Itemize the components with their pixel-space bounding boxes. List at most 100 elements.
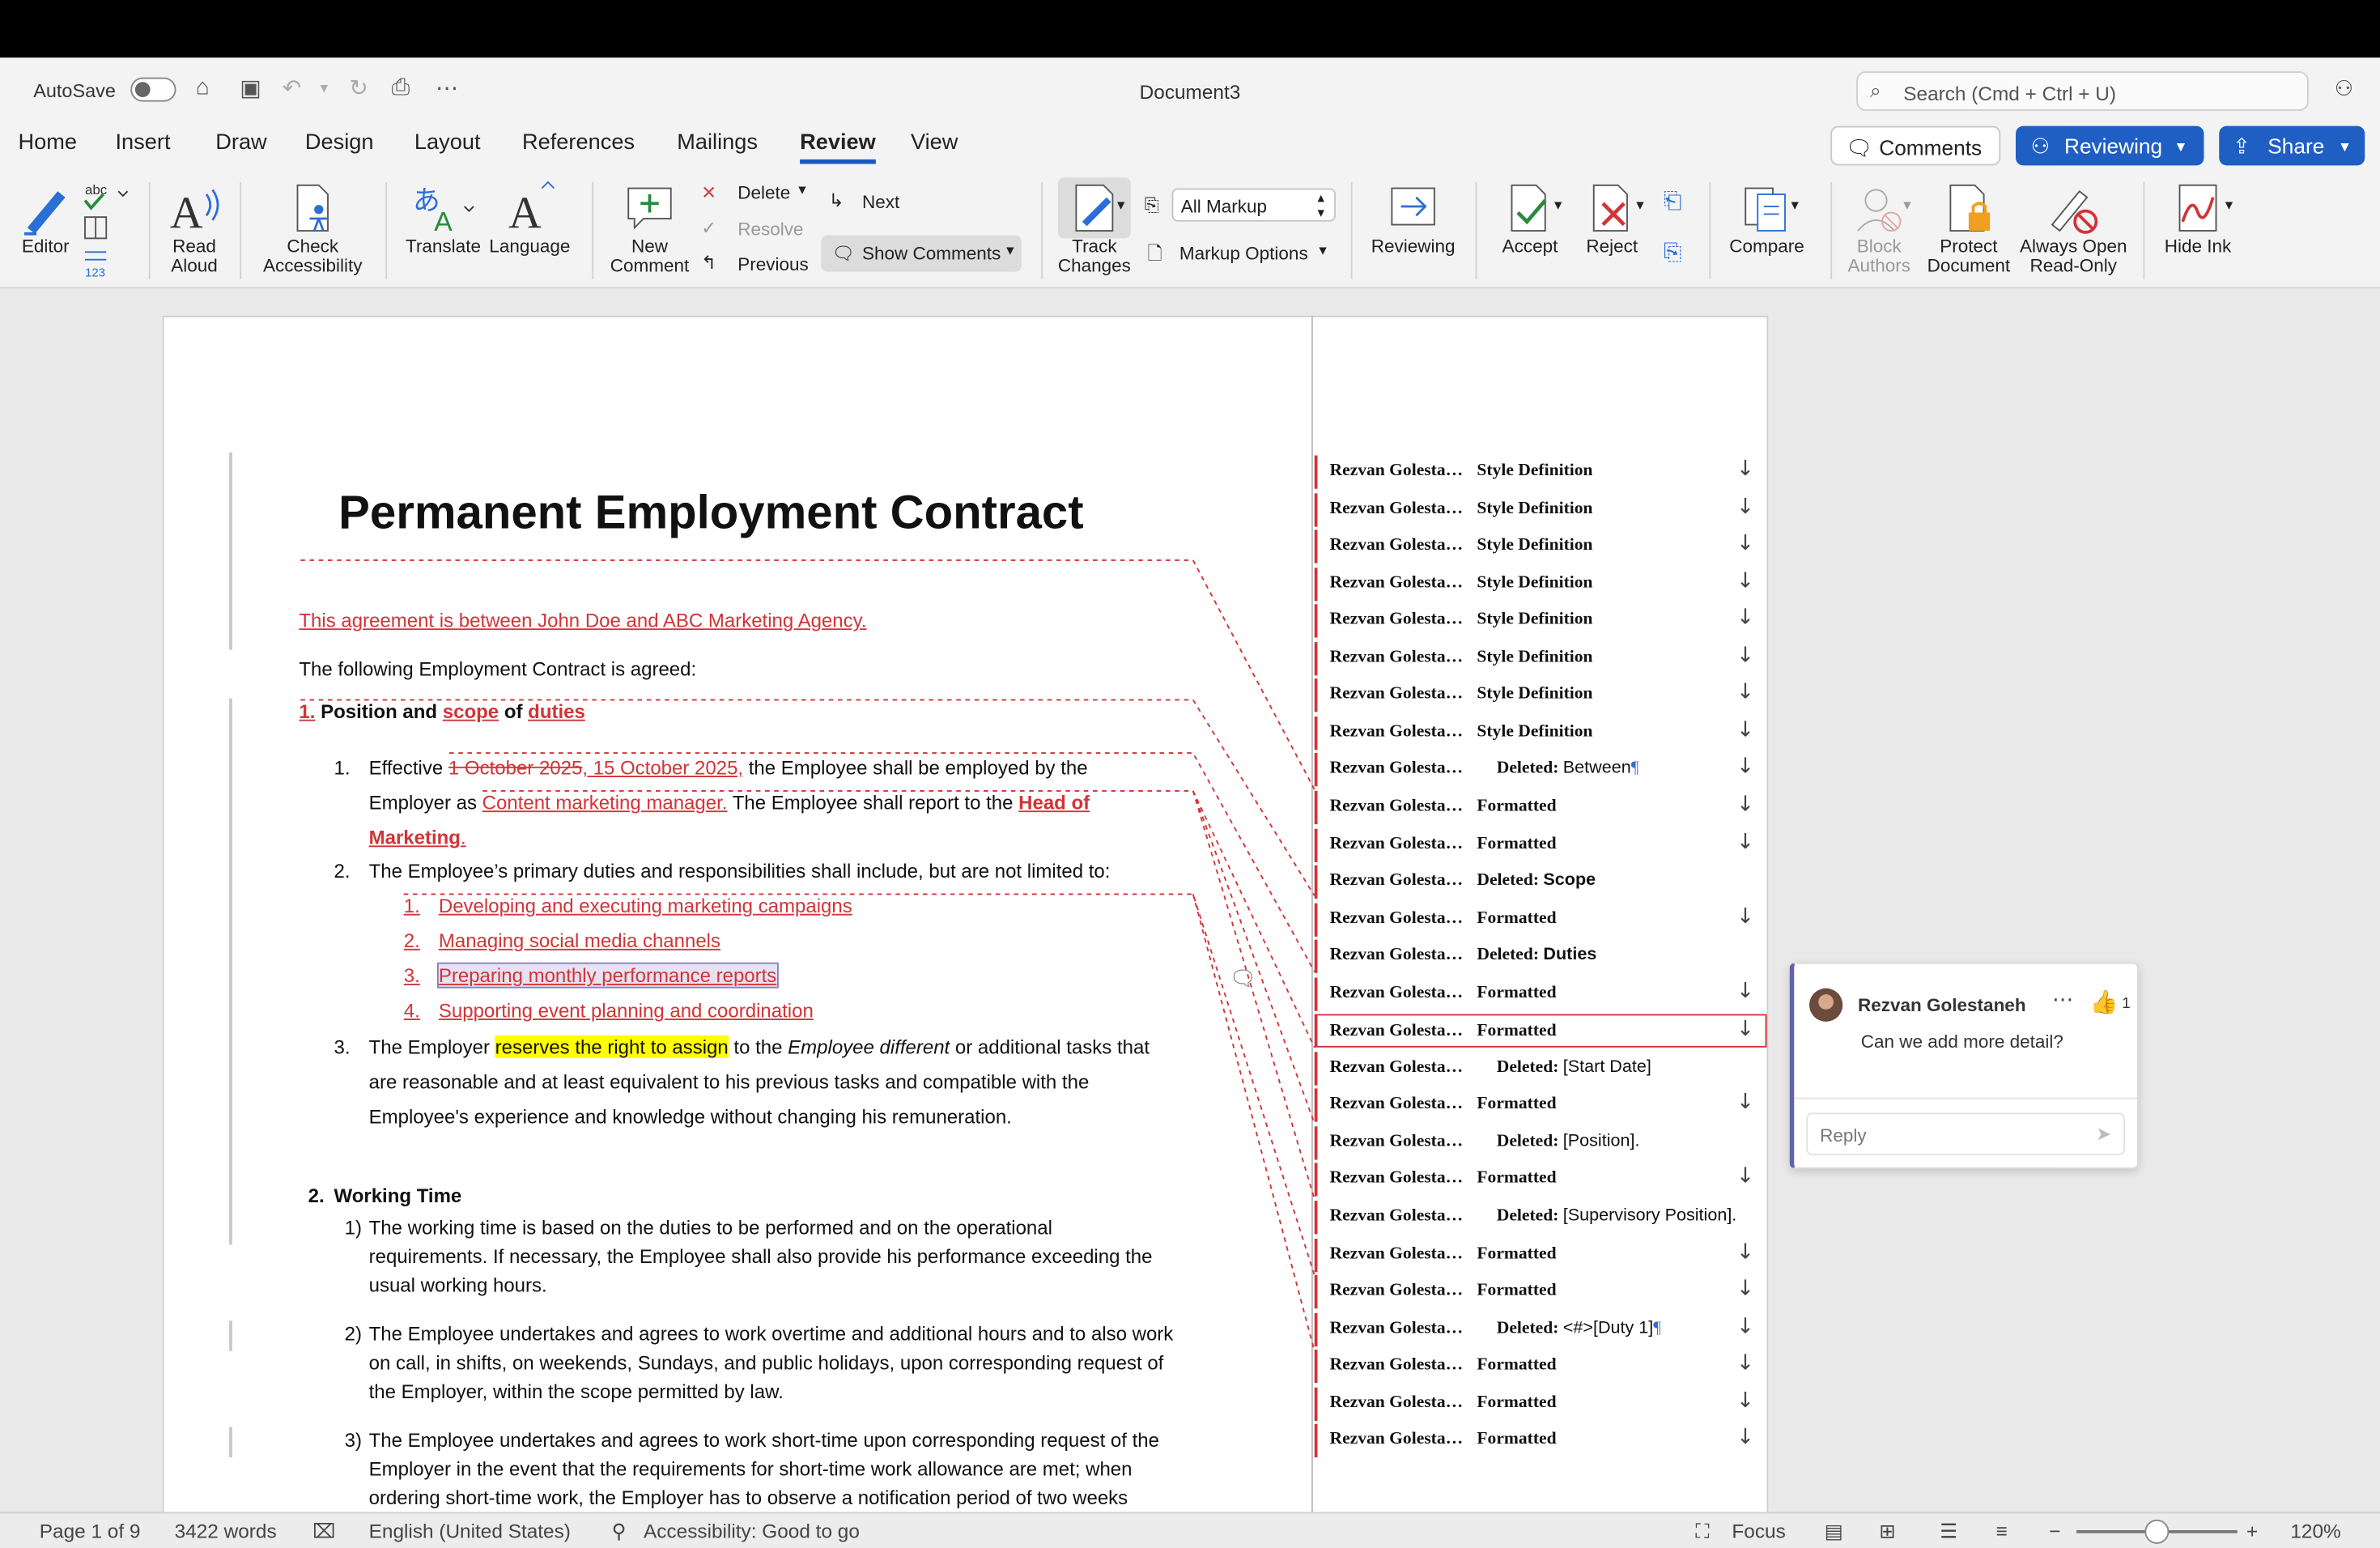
- expand-arrow-icon[interactable]: ↓: [1736, 1277, 1754, 1301]
- markup-balloon[interactable]: Rezvan Golesta… Formatted ↓: [1314, 1089, 1767, 1123]
- expand-arrow-icon[interactable]: ↓: [1736, 1165, 1754, 1189]
- markup-balloon[interactable]: Rezvan Golesta… Formatted ↓: [1314, 976, 1767, 1011]
- thumbs-up-icon[interactable]: 👍: [2090, 989, 2119, 1016]
- markup-balloon[interactable]: Rezvan Golesta… Deleted: Scope: [1314, 865, 1767, 899]
- expand-arrow-icon[interactable]: ↓: [1736, 1091, 1754, 1115]
- balloon-text: Deleted: Scope: [1477, 871, 1596, 890]
- draft-icon[interactable]: ≡: [1996, 1520, 2008, 1542]
- comment-anchor-icon[interactable]: 🗨: [1230, 966, 1256, 992]
- expand-arrow-icon[interactable]: ↓: [1736, 793, 1754, 817]
- expand-arrow-icon[interactable]: ↓: [1736, 457, 1754, 481]
- send-icon[interactable]: ➤: [2096, 1124, 2111, 1145]
- markup-balloon[interactable]: Rezvan Golesta… Formatted ↓: [1314, 1424, 1767, 1458]
- balloon-text: Style Definition: [1477, 573, 1592, 592]
- expand-arrow-icon[interactable]: ↓: [1736, 1426, 1754, 1450]
- expand-arrow-icon[interactable]: ↓: [1736, 1351, 1754, 1376]
- markup-balloon[interactable]: Rezvan Golesta… Formatted ↓: [1314, 827, 1767, 862]
- paragraph-line: the Employer, within the scope permitted…: [368, 1380, 784, 1403]
- balloon-label: Style Definition: [1477, 610, 1593, 629]
- markup-balloon[interactable]: Rezvan Golesta… Deleted: [Start Date]: [1314, 1051, 1767, 1086]
- word-count[interactable]: 3422 words: [175, 1520, 277, 1542]
- list-number: 1): [344, 1215, 362, 1239]
- markup-balloon[interactable]: Rezvan Golesta… Deleted: [Supervisory Pos…: [1314, 1201, 1767, 1235]
- balloon-text: Style Definition: [1477, 536, 1592, 555]
- expand-arrow-icon[interactable]: ↓: [1736, 904, 1754, 929]
- expand-arrow-icon[interactable]: ↓: [1736, 979, 1754, 1003]
- expand-arrow-icon[interactable]: ↓: [1736, 644, 1754, 668]
- web-layout-icon[interactable]: ⊞: [1879, 1520, 1895, 1544]
- markup-balloon[interactable]: Rezvan Golesta… Style Definition ↓: [1314, 678, 1767, 712]
- markup-balloon[interactable]: Rezvan Golesta… Style Definition ↓: [1314, 567, 1767, 601]
- accessibility-status[interactable]: Accessibility: Good to go: [644, 1520, 860, 1542]
- markup-balloon[interactable]: Rezvan Golesta… Formatted ↓: [1314, 1238, 1767, 1272]
- balloon-text: Formatted: [1477, 1022, 1556, 1040]
- markup-balloon[interactable]: Rezvan Golesta… Formatted ↓: [1314, 902, 1767, 937]
- markup-balloon[interactable]: Rezvan Golesta… Deleted: Duties: [1314, 939, 1767, 974]
- balloon-label: Formatted: [1477, 797, 1557, 815]
- balloon-detail: [Position].: [1562, 1132, 1640, 1151]
- markup-balloon[interactable]: Rezvan Golesta… Formatted ↓: [1314, 1163, 1767, 1197]
- expand-arrow-icon[interactable]: ↓: [1736, 718, 1754, 742]
- markup-balloon[interactable]: Rezvan Golesta… Style Definition ↓: [1314, 529, 1767, 563]
- balloon-author: Rezvan Golesta…: [1329, 908, 1464, 927]
- markup-balloon[interactable]: Rezvan Golesta… Formatted ↓: [1314, 1014, 1767, 1048]
- markup-balloon[interactable]: Rezvan Golesta… Formatted ↓: [1314, 1275, 1767, 1309]
- paragraph-line: are reasonable and at least equivalent t…: [368, 1070, 1090, 1093]
- paragraph-line: ordering short-time work, the Employer h…: [368, 1486, 1128, 1509]
- expand-arrow-icon[interactable]: ↓: [1736, 830, 1754, 854]
- duty-item-selected[interactable]: Preparing monthly performance reports: [437, 962, 779, 989]
- markup-balloon[interactable]: Rezvan Golesta… Formatted ↓: [1314, 790, 1767, 825]
- expand-arrow-icon[interactable]: ↓: [1736, 494, 1754, 518]
- expand-arrow-icon[interactable]: ↓: [1736, 1018, 1754, 1042]
- expand-arrow-icon[interactable]: ↓: [1736, 568, 1754, 593]
- balloon-author: Rezvan Golesta…: [1329, 1393, 1464, 1412]
- balloon-author: Rezvan Golesta…: [1329, 461, 1464, 480]
- expand-arrow-icon[interactable]: ↓: [1736, 1240, 1754, 1264]
- expand-arrow-icon[interactable]: ↓: [1736, 1314, 1754, 1338]
- expand-arrow-icon[interactable]: ↓: [1736, 1389, 1754, 1413]
- markup-balloon[interactable]: Rezvan Golesta… Style Definition ↓: [1314, 492, 1767, 526]
- zoom-level[interactable]: 120%: [2290, 1520, 2340, 1542]
- list-number: 1.: [334, 755, 351, 779]
- focus-button[interactable]: Focus: [1732, 1520, 1785, 1542]
- balloon-text: Style Definition: [1477, 722, 1592, 741]
- accessibility-icon: ⚲: [611, 1519, 627, 1542]
- inserted-text: Marketing: [368, 826, 461, 849]
- expand-arrow-icon[interactable]: ↓: [1736, 755, 1754, 780]
- balloon-text: Formatted: [1477, 1282, 1556, 1300]
- zoom-slider-thumb[interactable]: [2144, 1519, 2170, 1544]
- expand-arrow-icon[interactable]: ↓: [1736, 531, 1754, 555]
- markup-balloon[interactable]: Rezvan Golesta… Style Definition ↓: [1314, 604, 1767, 638]
- zoom-in-icon[interactable]: +: [2246, 1520, 2258, 1542]
- balloon-text: Formatted: [1477, 1095, 1556, 1114]
- balloon-label: Formatted: [1477, 1355, 1557, 1375]
- list-number: 2.: [334, 859, 351, 882]
- more-icon[interactable]: ⋯: [2052, 987, 2073, 1013]
- markup-balloon[interactable]: Rezvan Golesta… Formatted ↓: [1314, 1350, 1767, 1384]
- reply-input[interactable]: Reply ➤: [1806, 1112, 2125, 1155]
- proofing-icon[interactable]: ⌧: [312, 1520, 335, 1544]
- markup-balloon[interactable]: Rezvan Golesta… Deleted: <#>[Duty 1]¶ ↓: [1314, 1312, 1767, 1346]
- list-number: 3): [344, 1428, 362, 1452]
- comment-card[interactable]: Rezvan Golestaneh ⋯ 👍 1 Can we add more …: [1789, 962, 2139, 1169]
- markup-balloon[interactable]: Rezvan Golesta… Formatted ↓: [1314, 1387, 1767, 1421]
- revision-connector-lines: [300, 559, 1315, 1351]
- language-status[interactable]: English (United States): [369, 1520, 571, 1542]
- page-count[interactable]: Page 1 of 9: [40, 1520, 141, 1542]
- paragraph-line: Employer as Content marketing manager. T…: [369, 791, 1090, 814]
- markup-balloon[interactable]: Rezvan Golesta… Deleted: [Position].: [1314, 1126, 1767, 1160]
- markup-balloon[interactable]: Rezvan Golesta… Style Definition ↓: [1314, 641, 1767, 675]
- print-layout-icon[interactable]: ▤: [1825, 1520, 1843, 1544]
- balloon-author: Rezvan Golesta…: [1329, 1244, 1464, 1263]
- outline-icon[interactable]: ☰: [1940, 1520, 1957, 1544]
- inserted-intro: This agreement is between John Doe and A…: [299, 608, 867, 632]
- markup-balloon[interactable]: Rezvan Golesta… Style Definition ↓: [1314, 716, 1767, 750]
- text-run: to the: [733, 1035, 783, 1058]
- expand-arrow-icon[interactable]: ↓: [1736, 606, 1754, 630]
- balloon-label: Deleted:: [1496, 1318, 1559, 1337]
- zoom-out-icon[interactable]: −: [2049, 1520, 2060, 1542]
- expand-arrow-icon[interactable]: ↓: [1736, 681, 1754, 705]
- balloon-author: Rezvan Golesta…: [1329, 871, 1464, 890]
- markup-balloon[interactable]: Rezvan Golesta… Deleted: Between¶ ↓: [1314, 753, 1767, 787]
- markup-balloon[interactable]: Rezvan Golesta… Style Definition ↓: [1314, 455, 1767, 489]
